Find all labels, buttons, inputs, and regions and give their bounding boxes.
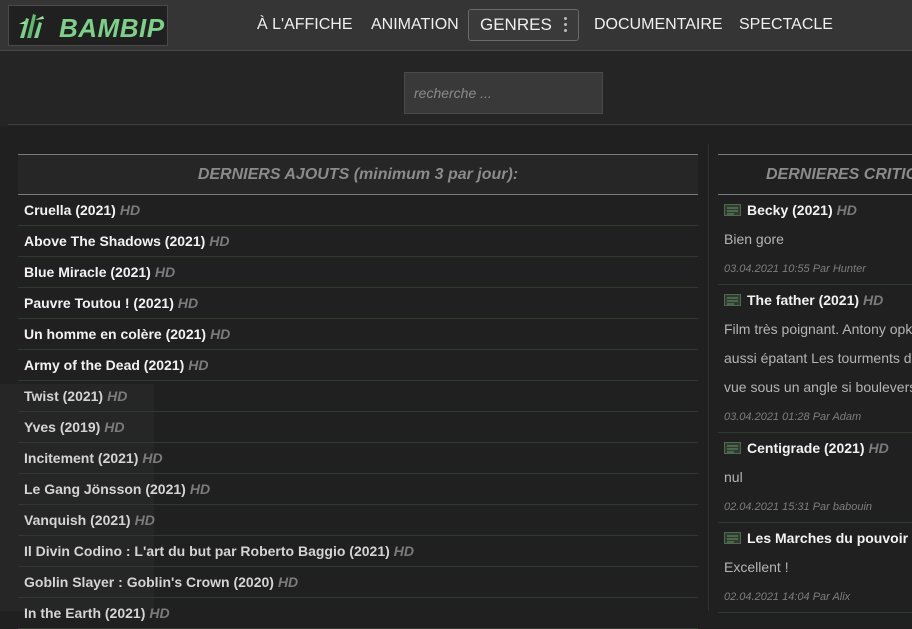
movie-title-link[interactable]: In the Earth (2021): [24, 605, 145, 621]
quality-badge: HD: [209, 233, 230, 249]
nav-animation[interactable]: ANIMATION: [371, 0, 459, 50]
review-text: vue sous un angle si boulevers: [724, 379, 912, 395]
list-item[interactable]: Cruella (2021) HD: [18, 195, 698, 226]
latest-additions-heading: DERNIERS AJOUTS (minimum 3 par jour):: [18, 154, 698, 195]
review-meta: 03.04.2021 10:55 Par Hunter: [724, 263, 866, 275]
movie-title-link[interactable]: Un homme en colère (2021): [24, 326, 206, 342]
review-title-row[interactable]: The father (2021) HD: [724, 285, 912, 315]
latest-additions-panel: DERNIERS AJOUTS (minimum 3 par jour): Cr…: [18, 154, 698, 629]
list-item[interactable]: Army of the Dead (2021) HD: [18, 350, 698, 381]
nav-a-l-affiche[interactable]: À L'AFFICHE: [257, 0, 353, 50]
review-movie-title[interactable]: Les Marches du pouvoir: [747, 530, 908, 546]
movie-title-link[interactable]: Goblin Slayer : Goblin's Crown (2020): [24, 574, 274, 590]
quality-badge: HD: [836, 202, 857, 218]
bamboo-icon: [17, 12, 47, 40]
list-item[interactable]: Un homme en colère (2021) HD: [18, 319, 698, 350]
nav-genres-label: GENRES: [480, 15, 552, 34]
review-item: Centigrade (2021) HD nul 02.04.2021 15:31 P…: [718, 433, 912, 523]
divider: [8, 124, 912, 125]
movie-title-link[interactable]: Cruella (2021): [24, 202, 116, 218]
list-item[interactable]: Goblin Slayer : Goblin's Crown (2020) HD: [18, 567, 698, 598]
comment-icon: [724, 442, 741, 454]
quality-badge: HD: [134, 512, 155, 528]
latest-reviews-heading: DERNIERES CRITIC: [718, 154, 912, 195]
review-item: The father (2021) HD Film très poignant. A…: [718, 285, 912, 433]
movie-title-link[interactable]: Blue Miracle (2021): [24, 264, 151, 280]
quality-badge: HD: [863, 292, 884, 308]
movie-title-link[interactable]: Above The Shadows (2021): [24, 233, 205, 249]
comment-icon: [724, 294, 741, 306]
quality-badge: HD: [154, 264, 176, 280]
list-item[interactable]: Twist (2021) HD: [18, 381, 698, 412]
review-title-row[interactable]: Becky (2021) HD: [724, 195, 912, 225]
nav-spectacle[interactable]: SPECTACLE: [739, 0, 833, 50]
movie-title-link[interactable]: Il Divin Codino : L'art du but par Rober…: [24, 543, 390, 559]
list-item[interactable]: Above The Shadows (2021) HD: [18, 226, 698, 257]
list-item[interactable]: Blue Miracle (2021) HD: [18, 257, 698, 288]
nav-documentaire[interactable]: DOCUMENTAIRE: [594, 0, 723, 50]
latest-reviews-panel: DERNIERES CRITIC Becky (2021) HD Bien gore…: [718, 154, 912, 613]
search-input[interactable]: [404, 72, 603, 114]
quality-badge: HD: [119, 202, 141, 218]
movie-title-link[interactable]: Army of the Dead (2021): [24, 357, 184, 373]
review-text: Film très poignant. Antony opk: [724, 321, 912, 337]
review-text: Excellent !: [724, 559, 789, 575]
quality-badge: HD: [189, 481, 211, 497]
reviews-list: Becky (2021) HD Bien gore 03.04.2021 10:55 …: [718, 195, 912, 613]
list-item[interactable]: Incitement (2021) HD: [18, 443, 698, 474]
quality-badge: HD: [149, 605, 170, 621]
review-text: Bien gore: [724, 231, 784, 247]
quality-badge: HD: [188, 357, 209, 373]
review-item: Les Marches du pouvoir Excellent ! 02.04.2…: [718, 523, 912, 613]
nav-genres-dropdown[interactable]: GENRES: [468, 9, 579, 41]
kebab-menu-icon: [564, 17, 568, 33]
review-text: aussi épatant Les tourments d: [724, 350, 912, 366]
movie-title-link[interactable]: Pauvre Toutou ! (2021): [24, 295, 174, 311]
quality-badge: HD: [107, 388, 128, 404]
movie-title-link[interactable]: Twist (2021): [24, 388, 103, 404]
comment-icon: [724, 204, 741, 216]
comment-icon: [724, 532, 741, 544]
logo-text: BAMBIP: [59, 13, 165, 43]
quality-badge: HD: [177, 295, 199, 311]
top-navbar: BAMBIP À L'AFFICHE ANIMATION GENRES DOCU…: [0, 0, 912, 51]
list-item[interactable]: In the Earth (2021) HD: [18, 598, 698, 629]
list-item[interactable]: Le Gang Jönsson (2021) HD: [18, 474, 698, 505]
movie-title-link[interactable]: Yves (2019): [24, 419, 100, 435]
quality-badge: HD: [393, 543, 415, 559]
movie-title-link[interactable]: Vanquish (2021): [24, 512, 131, 528]
movie-title-link[interactable]: Le Gang Jönsson (2021): [24, 481, 186, 497]
review-meta: 02.04.2021 15:31 Par babouin: [724, 501, 873, 513]
review-movie-title[interactable]: The father (2021): [747, 292, 859, 308]
column-divider: [708, 144, 709, 611]
list-item[interactable]: Yves (2019) HD: [18, 412, 698, 443]
review-title-row[interactable]: Centigrade (2021) HD: [724, 433, 912, 463]
quality-badge: HD: [210, 326, 231, 342]
review-movie-title[interactable]: Centigrade (2021): [747, 440, 864, 456]
site-logo[interactable]: BAMBIP: [8, 5, 168, 46]
review-movie-title[interactable]: Becky (2021): [747, 202, 833, 218]
review-item: Becky (2021) HD Bien gore 03.04.2021 10:55 …: [718, 195, 912, 285]
quality-badge: HD: [868, 440, 889, 456]
review-title-row[interactable]: Les Marches du pouvoir: [724, 523, 912, 553]
review-meta: 03.04.2021 01:28 Par Adam: [724, 411, 862, 423]
list-item[interactable]: Vanquish (2021) HD: [18, 505, 698, 536]
quality-badge: HD: [277, 574, 299, 590]
quality-badge: HD: [142, 450, 163, 466]
review-meta: 02.04.2021 14:04 Par Alix: [724, 591, 851, 603]
movie-title-link[interactable]: Incitement (2021): [24, 450, 138, 466]
quality-badge: HD: [104, 419, 125, 435]
list-item[interactable]: Pauvre Toutou ! (2021) HD: [18, 288, 698, 319]
review-text: nul: [724, 469, 743, 485]
list-item[interactable]: Il Divin Codino : L'art du but par Rober…: [18, 536, 698, 567]
latest-additions-list: Cruella (2021) HD Above The Shadows (2021)…: [18, 195, 698, 629]
